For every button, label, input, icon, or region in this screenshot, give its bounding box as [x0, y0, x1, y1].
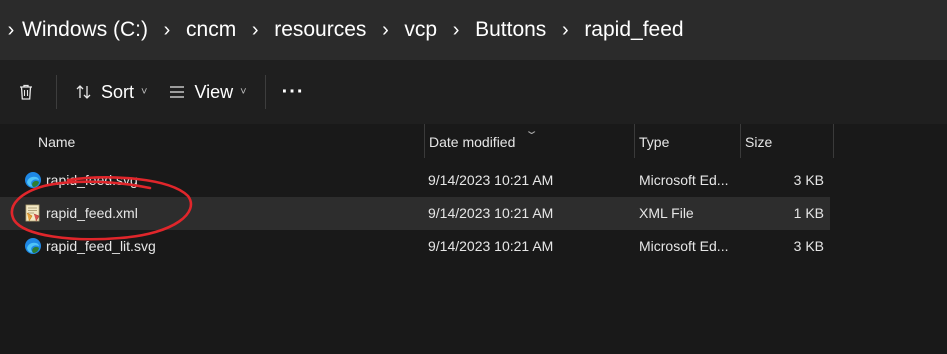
file-size: 3 KB [793, 238, 824, 254]
more-icon: ··· [281, 80, 305, 103]
breadcrumb-rapid-feed[interactable]: rapid_feed [582, 18, 685, 42]
file-name: rapid_feed.svg [46, 172, 138, 188]
toolbar-divider [264, 75, 266, 109]
chevron-right-icon[interactable]: › [238, 19, 272, 42]
breadcrumb-resources[interactable]: resources [272, 18, 368, 42]
column-header-size[interactable]: Size [740, 124, 834, 158]
file-name: rapid_feed.xml [46, 205, 138, 221]
column-header-date[interactable]: Date modified [424, 124, 634, 158]
chevron-right-icon[interactable]: › [548, 19, 582, 42]
view-button[interactable]: View ˅ [161, 72, 254, 112]
column-header-date-label: Date modified [429, 134, 516, 150]
toolbar-divider [56, 75, 57, 109]
command-bar: Sort ˅ View ˅ ··· [0, 60, 947, 124]
file-size: 3 KB [793, 172, 824, 188]
file-type: Microsoft Ed... [639, 238, 729, 254]
view-label: View [194, 81, 234, 102]
more-options-button[interactable]: ··· [274, 72, 313, 112]
file-date: 9/14/2023 10:21 AM [428, 172, 554, 188]
file-type: XML File [639, 205, 694, 221]
file-explorer-window: › Windows (C:) › cncm › resources › vcp … [0, 0, 947, 354]
breadcrumb-vcp[interactable]: vcp [402, 18, 439, 42]
column-header-type[interactable]: Type [634, 124, 740, 158]
file-row-selected[interactable]: rapid_feed.xml 9/14/2023 10:21 AM XML Fi… [0, 197, 830, 230]
chevron-right-icon[interactable]: › [2, 19, 20, 42]
delete-button[interactable] [0, 72, 48, 112]
chevron-right-icon[interactable]: › [439, 19, 473, 42]
sort-label: Sort [101, 81, 135, 102]
chevron-right-icon[interactable]: › [150, 19, 184, 42]
file-row[interactable]: rapid_feed_lit.svg 9/14/2023 10:21 AM Mi… [0, 230, 947, 263]
column-headers: Name ⌄ Date modified Type Size [0, 124, 947, 158]
breadcrumb-windows-c[interactable]: Windows (C:) [20, 18, 150, 42]
file-list: rapid_feed.svg 9/14/2023 10:21 AM Micros… [0, 164, 947, 263]
chevron-right-icon[interactable]: › [368, 19, 402, 42]
file-type: Microsoft Ed... [639, 172, 729, 188]
chevron-down-icon: ˅ [240, 86, 247, 98]
sort-button[interactable]: Sort ˅ [65, 72, 155, 112]
column-header-name-label: Name [38, 134, 76, 150]
column-header-name[interactable]: Name [34, 124, 424, 158]
xml-file-icon [25, 204, 40, 222]
sort-icon [76, 85, 91, 99]
edge-icon [25, 238, 41, 254]
file-name: rapid_feed_lit.svg [46, 238, 156, 254]
column-header-type-label: Type [639, 134, 670, 150]
file-row[interactable]: rapid_feed.svg 9/14/2023 10:21 AM Micros… [0, 164, 947, 197]
trash-icon [20, 84, 32, 100]
column-header-size-label: Size [745, 134, 773, 150]
file-date: 9/14/2023 10:21 AM [428, 238, 554, 254]
file-size: 1 KB [793, 205, 824, 221]
view-list-icon [170, 86, 185, 98]
address-bar[interactable]: › Windows (C:) › cncm › resources › vcp … [0, 0, 947, 60]
breadcrumb-buttons[interactable]: Buttons [473, 18, 548, 42]
edge-icon [25, 172, 41, 188]
breadcrumb-cncm[interactable]: cncm [184, 18, 238, 42]
file-date: 9/14/2023 10:21 AM [428, 205, 554, 221]
chevron-down-icon: ˅ [141, 86, 148, 98]
